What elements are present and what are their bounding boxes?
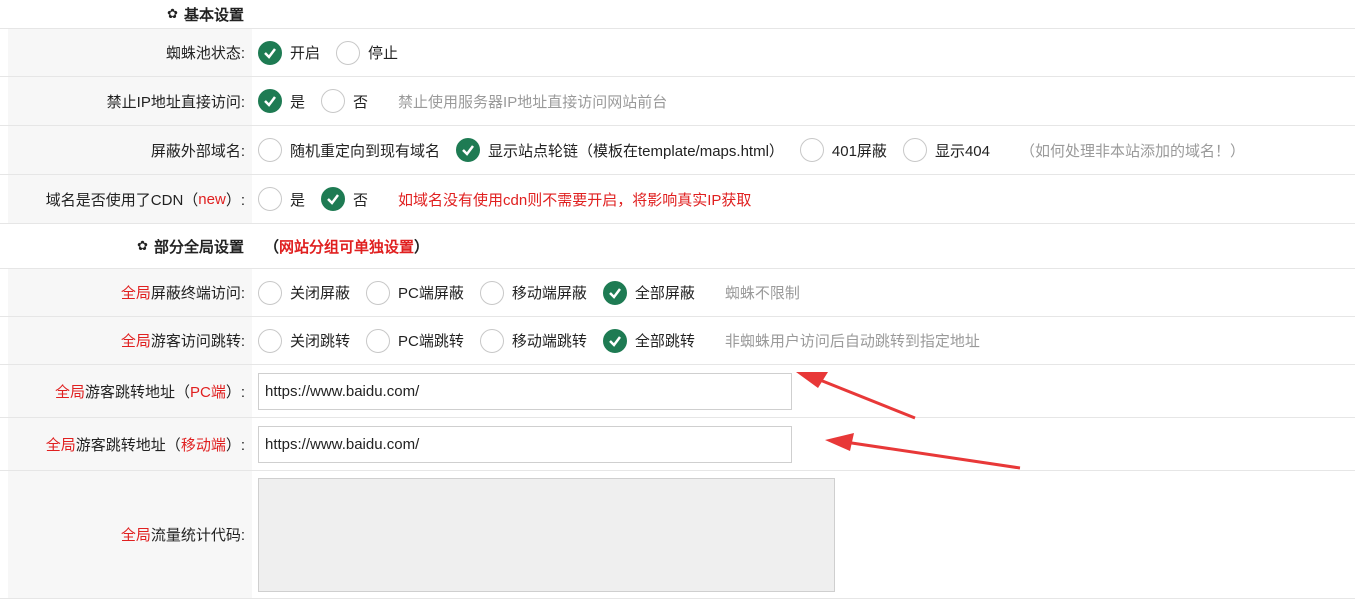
radio-option-pc[interactable]: PC端跳转 [366,328,464,353]
option-label: 显示404 [934,142,990,160]
section-title: 基本设置 [183,6,244,24]
radio-option-pc[interactable]: PC端屏蔽 [366,280,464,305]
radio-unchecked-icon[interactable] [258,187,282,211]
radio-unchecked-icon[interactable] [258,280,282,305]
radio-option-on[interactable]: 开启 [258,40,321,65]
radio-option-yes[interactable]: 是 [258,187,305,211]
jump-mobile-url-input[interactable]: https://www.baidu.com/ [258,425,792,463]
radio-unchecked-icon[interactable] [799,138,824,162]
field-label: 屏蔽外部域名: [8,126,252,174]
option-label: 关闭屏蔽 [290,285,351,302]
option-label: 显示站点轮链（模板在template/maps.html） [488,142,784,160]
gear-icon: ✿ [137,238,148,253]
hint-text: 禁止使用服务器IP地址直接访问网站前台 [398,93,668,111]
row-stats-code: 全局 流量统计代码: [0,471,1355,599]
radio-option-all[interactable]: 全部屏蔽 [602,280,695,305]
option-label: 移动端屏蔽 [511,285,587,302]
radio-option-yes[interactable]: 是 [258,89,305,113]
radio-unchecked-icon[interactable] [366,328,391,353]
radio-option-no[interactable]: 否 [321,187,368,211]
hint-text: 蜘蛛不限制 [724,285,800,302]
hint-text: 如域名没有使用cdn则不需要开启，将影响真实IP获取 [398,191,752,209]
option-label: PC端屏蔽 [398,285,464,302]
section-note: （网站分组可单独设置） [264,238,430,256]
radio-checked-icon[interactable] [602,328,627,353]
field-label: 全局 屏蔽终端访问: [8,269,252,316]
hint-text: （如何处理非本站添加的域名！） [1019,142,1245,160]
option-label: 是 [290,93,306,111]
radio-option-all[interactable]: 全部跳转 [602,328,695,353]
radio-checked-icon[interactable] [602,280,627,305]
section-title: 部分全局设置 [153,238,244,256]
section-basic-header: ✿ 基本设置 [0,0,1355,29]
option-label: 开启 [290,45,321,62]
row-ip-block: 禁止IP地址直接访问: 是 否 禁止使用服务器IP地址直接访问网站前台 [0,77,1355,126]
row-external-domain: 屏蔽外部域名: 随机重定向到现有域名 显示站点轮链（模板在template/ma… [0,126,1355,175]
radio-checked-icon[interactable] [258,89,282,113]
field-label: 全局 游客跳转地址（ PC端）: [8,365,252,417]
radio-unchecked-icon[interactable] [258,138,282,162]
radio-option-404[interactable]: 显示404 [902,138,990,162]
radio-option-off[interactable]: 关闭屏蔽 [258,280,351,305]
radio-option-redirect[interactable]: 随机重定向到现有域名 [258,138,440,162]
row-spider-status: 蜘蛛池状态: 开启 停止 [0,29,1355,77]
field-label: 域名是否使用了CDN（ new）: [8,175,252,223]
option-label: 401屏蔽 [831,142,887,160]
radio-option-401[interactable]: 401屏蔽 [799,138,887,162]
radio-option-mobile[interactable]: 移动端跳转 [479,328,587,353]
jump-pc-url-input[interactable]: https://www.baidu.com/ [258,372,792,410]
option-label: 否 [353,93,369,111]
radio-unchecked-icon[interactable] [366,280,391,305]
field-label: 禁止IP地址直接访问: [8,77,252,125]
radio-option-sitemap[interactable]: 显示站点轮链（模板在template/maps.html） [456,138,784,162]
option-label: 随机重定向到现有域名 [290,142,441,160]
option-label: 全部屏蔽 [634,285,695,302]
option-label: 否 [353,191,369,209]
option-label: 关闭跳转 [290,333,351,350]
stats-code-textarea[interactable] [258,477,835,592]
row-visitor-jump: 全局 游客访问跳转: 关闭跳转 PC端跳转 移动端跳转 全部跳转 非蜘蛛用户访问后… [0,317,1355,365]
radio-unchecked-icon[interactable] [321,89,346,113]
radio-unchecked-icon[interactable] [336,40,361,65]
row-terminal-block: 全局 屏蔽终端访问: 关闭屏蔽 PC端屏蔽 移动端屏蔽 全部屏蔽 蜘蛛不限制 [0,269,1355,317]
section-global-header: ✿ 部分全局设置 （网站分组可单独设置） [0,224,1355,269]
option-label: 是 [290,191,306,209]
option-label: 全部跳转 [634,333,695,350]
radio-unchecked-icon[interactable] [479,280,504,305]
field-label: 全局 游客访问跳转: [8,317,252,364]
option-label: PC端跳转 [398,333,464,350]
radio-unchecked-icon[interactable] [902,138,927,162]
gear-icon: ✿ [167,6,178,21]
field-label: 全局 流量统计代码: [8,471,252,598]
radio-option-off[interactable]: 关闭跳转 [258,328,351,353]
radio-checked-icon[interactable] [321,187,346,211]
hint-text: 非蜘蛛用户访问后自动跳转到指定地址 [724,333,980,350]
field-label: 全局 游客跳转地址（ 移动端）: [8,418,252,470]
option-label: 停止 [368,45,399,62]
row-jump-pc: 全局 游客跳转地址（ PC端）: https://www.baidu.com/ [0,365,1355,418]
field-label: 蜘蛛池状态: [8,29,252,76]
radio-unchecked-icon[interactable] [258,328,282,353]
row-cdn: 域名是否使用了CDN（ new）: 是 否 如域名没有使用cdn则不需要开启，将影… [0,175,1355,224]
radio-option-no[interactable]: 否 [321,89,368,113]
radio-option-off[interactable]: 停止 [336,40,399,65]
radio-unchecked-icon[interactable] [479,328,504,353]
option-label: 移动端跳转 [511,333,587,350]
radio-option-mobile[interactable]: 移动端屏蔽 [479,280,587,305]
radio-checked-icon[interactable] [258,40,282,65]
row-jump-mobile: 全局 游客跳转地址（ 移动端）: https://www.baidu.com/ [0,418,1355,471]
radio-checked-icon[interactable] [456,138,481,162]
